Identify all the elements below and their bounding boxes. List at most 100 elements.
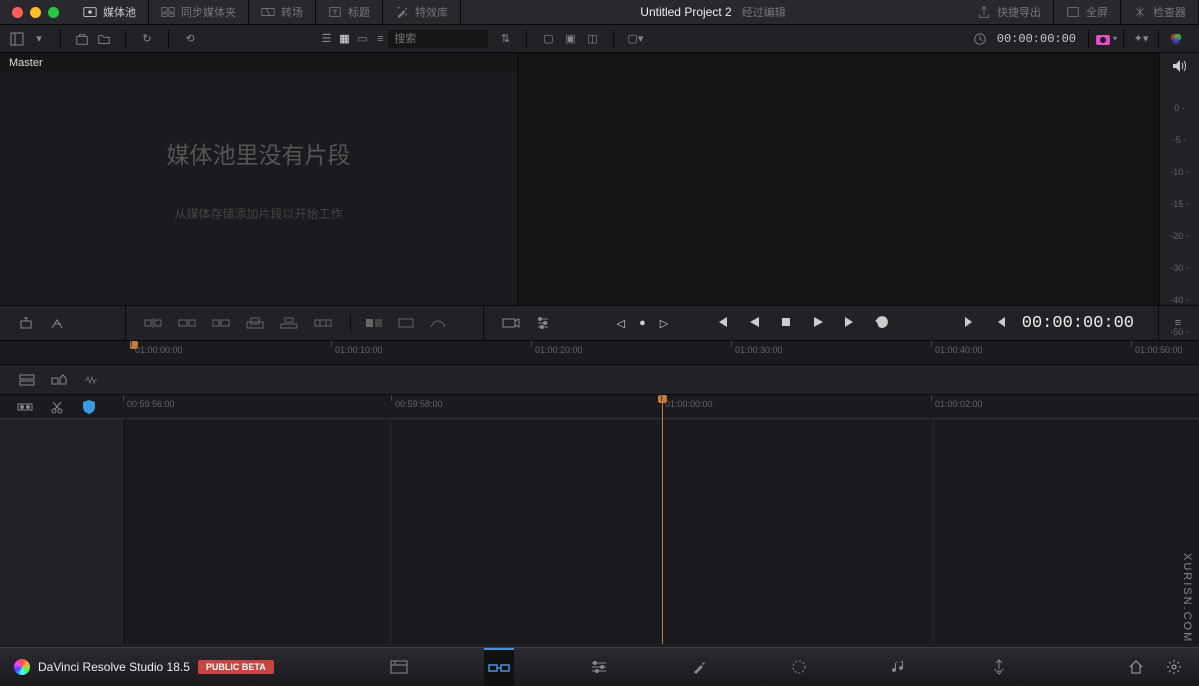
fairlight-page-button[interactable]: [884, 648, 914, 686]
camera-raw-button[interactable]: ▾: [1093, 29, 1119, 49]
ruler-tools: [0, 341, 125, 364]
track-options-button[interactable]: [50, 371, 68, 389]
viewer-timecode[interactable]: 00:00:00:00: [989, 32, 1084, 46]
audio-meters-panel: 0 - -5 - -10 - -15 - -20 - -30 - -40 - -…: [1159, 53, 1199, 305]
next-edit-button[interactable]: [962, 315, 976, 332]
close-window-button[interactable]: [12, 7, 23, 18]
title-tab[interactable]: 标题: [316, 0, 383, 25]
secondary-toolbar: ▾ ↻ ⟲ ☰ ▦ ▭ ≡ ⇅ ▢ ▣ ◫ ▢▾ 00:00:00:00 ▾ ✦…: [0, 25, 1199, 53]
tools-dropdown[interactable]: ✦▾: [1128, 29, 1154, 49]
go-to-start-button[interactable]: [715, 315, 729, 332]
cut-button[interactable]: [397, 314, 415, 332]
timeline-tracks[interactable]: [125, 419, 1199, 644]
master-bin-label[interactable]: Master: [0, 53, 517, 73]
maximize-window-button[interactable]: [48, 7, 59, 18]
minimize-window-button[interactable]: [30, 7, 41, 18]
chevron-down-icon[interactable]: ▾: [30, 30, 48, 48]
metadata-view-button[interactable]: ☰: [318, 32, 334, 46]
viewer-panel[interactable]: [518, 53, 1159, 305]
meter-tick: -30 -: [1170, 263, 1189, 273]
transport-timecode[interactable]: 00:00:00:00: [1008, 314, 1148, 333]
ripple-overwrite-button[interactable]: [212, 314, 230, 332]
smooth-cut-button[interactable]: [429, 314, 447, 332]
fusion-page-button[interactable]: [684, 648, 714, 686]
safe-area-button[interactable]: ▣: [561, 30, 579, 48]
media-page-button[interactable]: [384, 648, 414, 686]
play-reverse-button[interactable]: [747, 315, 761, 332]
refresh-button[interactable]: ↻: [138, 30, 156, 48]
sync-lock-button[interactable]: [16, 398, 34, 416]
track-header-area: [0, 419, 125, 644]
loop-button[interactable]: [875, 315, 889, 332]
timecode-overlay-button[interactable]: ◫: [583, 30, 601, 48]
thumbnail-view-button[interactable]: ▦: [336, 32, 352, 46]
sliders-button[interactable]: [534, 314, 552, 332]
deliver-page-button[interactable]: [984, 648, 1014, 686]
snapping-button[interactable]: [80, 398, 98, 416]
bypass-color-button[interactable]: [1163, 29, 1189, 49]
stop-button[interactable]: [779, 315, 793, 332]
fast-review-button[interactable]: [971, 30, 989, 48]
project-settings-button[interactable]: [1165, 658, 1183, 676]
transition-tab[interactable]: 转场: [249, 0, 316, 25]
meter-tick: -10 -: [1170, 167, 1189, 177]
fullscreen-button[interactable]: 全屏: [1054, 0, 1121, 25]
cut-page-button[interactable]: [484, 648, 514, 686]
export-icon: [977, 5, 991, 19]
effects-tab[interactable]: 特效库: [383, 0, 461, 25]
inspector-button[interactable]: 检查器: [1121, 0, 1199, 25]
sync-bin-tab[interactable]: 同步媒体夹: [149, 0, 249, 25]
home-button[interactable]: [1127, 658, 1145, 676]
next-marker-button[interactable]: ▷: [660, 317, 668, 330]
prev-marker-button[interactable]: ◁: [617, 317, 625, 330]
timeline-tools-row: [0, 365, 1199, 395]
beta-badge: PUBLIC BETA: [198, 660, 274, 674]
speaker-icon[interactable]: [1172, 59, 1188, 75]
source-overwrite-button[interactable]: [314, 314, 332, 332]
quick-export-button[interactable]: 快捷导出: [965, 0, 1054, 25]
marker-button[interactable]: ●: [639, 317, 646, 329]
ruler-tick: 01:00:00:00: [665, 399, 713, 409]
viewer-mode-button[interactable]: ▢▾: [626, 30, 644, 48]
edit-page-button[interactable]: [584, 648, 614, 686]
timeline-view-button[interactable]: [18, 371, 36, 389]
ruler-tick: 00:59:56:00: [127, 399, 175, 409]
empty-pool-message: 媒体池里没有片段 从媒体存储添加片段以开始工作: [167, 136, 351, 222]
prev-edit-button[interactable]: [994, 315, 1008, 332]
ruler-tick: 01:00:30:00: [735, 345, 783, 355]
razor-button[interactable]: [48, 398, 66, 416]
import-folder-button[interactable]: [95, 30, 113, 48]
bin-list-button[interactable]: [8, 30, 26, 48]
source-tape-button[interactable]: [502, 314, 520, 332]
audio-waveform-button[interactable]: [82, 371, 100, 389]
sync-bin-icon: [161, 5, 175, 19]
effects-icon: [395, 5, 409, 19]
strip-view-button[interactable]: ▭: [354, 32, 370, 46]
sort-button[interactable]: ⇅: [496, 30, 514, 48]
fullscreen-label: 全屏: [1086, 4, 1108, 20]
upper-timeline-ruler[interactable]: 01:00:00:0001:00:10:0001:00:20:0001:00:3…: [0, 341, 1199, 365]
transition-icon: [261, 5, 275, 19]
ruler-tick: 01:00:10:00: [335, 345, 383, 355]
append-button[interactable]: [178, 314, 196, 332]
sync-button[interactable]: ⟲: [181, 30, 199, 48]
place-on-top-button[interactable]: [280, 314, 298, 332]
list-view-button[interactable]: ≡: [372, 32, 388, 46]
media-pool-panel: Master 媒体池里没有片段 从媒体存储添加片段以开始工作: [0, 53, 518, 305]
closeup-button[interactable]: [246, 314, 264, 332]
media-pool-tab[interactable]: 媒体池: [71, 0, 149, 25]
empty-title: 媒体池里没有片段: [167, 136, 351, 170]
play-button[interactable]: [811, 315, 825, 332]
import-media-button[interactable]: [73, 30, 91, 48]
lower-timeline-ruler[interactable]: 00:59:56:0000:59:58:0001:00:00:0001:00:0…: [0, 395, 1199, 419]
go-to-end-button[interactable]: [843, 315, 857, 332]
resolution-button[interactable]: ▢: [539, 30, 557, 48]
audio-trim-button[interactable]: [48, 314, 66, 332]
search-input[interactable]: [388, 30, 488, 48]
dissolve-button[interactable]: [365, 314, 383, 332]
boring-detector-button[interactable]: [18, 314, 36, 332]
smart-insert-button[interactable]: [144, 314, 162, 332]
meter-tick: -20 -: [1170, 231, 1189, 241]
timeline-options-button[interactable]: ≡: [1169, 314, 1187, 332]
color-page-button[interactable]: [784, 648, 814, 686]
